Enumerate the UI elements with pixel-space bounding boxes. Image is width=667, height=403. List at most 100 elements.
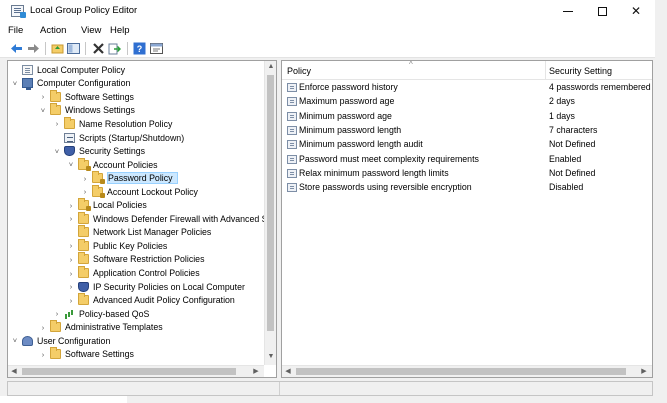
tree-node[interactable]: ˅ Account Policies [67,157,158,172]
tree-node[interactable]: › Public Key Policies [67,238,167,253]
policy-setting-icon [287,168,297,178]
maximize-button[interactable] [585,0,619,22]
tree-node-label: Name Resolution Policy [79,118,173,129]
scroll-right-icon[interactable]: ▶ [250,366,262,377]
tree-node[interactable]: › Advanced Audit Policy Configuration [67,293,235,307]
status-bar [7,381,653,396]
tree-hscroll-thumb[interactable] [22,368,236,375]
tree-node[interactable]: › Local Policies [67,198,147,213]
tree-node[interactable]: › Software Settings [39,89,134,104]
status-segment [8,382,280,395]
folder-icon [64,116,75,129]
tree-scroll-thumb[interactable] [267,75,274,331]
properties-icon[interactable] [150,42,163,55]
list-item[interactable]: Minimum password length 7 characters [282,124,652,138]
list-header: Policy ^ Security Setting [282,60,652,80]
list-item[interactable]: Maximum password age 2 days [282,95,652,109]
list-item[interactable]: Enforce password history 4 passwords reme… [282,81,652,95]
scroll-right-icon[interactable]: ▶ [638,366,650,377]
delete-icon[interactable] [92,42,105,55]
scroll-up-icon[interactable]: ▲ [265,63,276,70]
export-list-icon[interactable] [108,42,121,55]
chevron-right-icon[interactable]: › [53,119,61,128]
tree-node[interactable]: › Password Policy [81,171,178,185]
tree-node[interactable]: ˅ Security Settings [53,144,145,158]
shield-icon [64,146,75,157]
chevron-right-icon[interactable]: › [67,214,75,223]
scroll-left-icon[interactable]: ◀ [282,366,294,377]
list-hscroll-thumb[interactable] [296,368,626,375]
chevron-right-icon[interactable]: › [39,92,47,101]
scroll-down-icon[interactable]: ▼ [265,353,276,360]
chevron-down-icon[interactable]: ˅ [39,106,47,115]
tree-node[interactable]: › Software Restriction Policies [67,252,204,267]
list-horizontal-scrollbar[interactable]: ◀ ▶ [282,365,652,377]
security-setting-value: 1 days [549,110,575,121]
tree-node-label: Windows Defender Firewall with Advanced … [93,213,273,224]
tree-node[interactable]: ˅ Windows Settings [39,103,135,118]
list-item[interactable]: Minimum password age 1 days [282,110,652,124]
chevron-right-icon[interactable]: › [67,241,75,250]
menu-help[interactable]: Help [110,25,130,36]
tree-node-label: Network List Manager Policies [93,227,212,238]
chevron-down-icon[interactable]: ˅ [11,336,19,345]
chevron-right-icon[interactable]: › [39,323,47,332]
chevron-right-icon[interactable]: › [67,296,75,305]
tree-node[interactable]: › Policy-based QoS [53,307,149,321]
forward-arrow-icon[interactable] [27,42,40,55]
tree-node[interactable]: Network List Manager Policies [67,225,212,240]
chevron-right-icon[interactable]: › [67,255,75,264]
menu-bar: File Action View Help [0,22,655,39]
tree-node[interactable]: › Administrative Templates [39,320,163,334]
tree-node-label: Advanced Audit Policy Configuration [93,295,235,306]
show-hide-tree-icon[interactable] [67,42,80,55]
chevron-right-icon[interactable]: › [67,201,75,210]
menu-action[interactable]: Action [40,25,66,36]
security-setting-value: Not Defined [549,139,596,150]
tree-node[interactable]: › IP Security Policies on Local Computer [67,280,245,294]
list-item[interactable]: Minimum password length audit Not Defined [282,138,652,152]
help-icon[interactable]: ? [133,42,146,55]
policy-name: Minimum password length audit [299,139,423,150]
close-button[interactable]: ✕ [619,0,653,22]
chevron-right-icon[interactable]: › [67,269,75,278]
tree-node[interactable]: ˅ Computer Configuration [11,77,130,91]
scroll-left-icon[interactable]: ◀ [8,366,20,377]
menu-view[interactable]: View [81,25,101,36]
details-panel[interactable]: Policy ^ Security Setting Enforce passwo… [281,60,653,378]
up-folder-icon[interactable] [51,42,64,55]
tree-node[interactable]: Scripts (Startup/Shutdown) [53,131,184,145]
chevron-right-icon[interactable]: › [81,187,89,196]
tree-node[interactable]: ˅ User Configuration [11,334,110,348]
chevron-right-icon[interactable]: › [67,282,75,291]
chevron-down-icon[interactable]: ˅ [11,79,19,88]
policy-setting-icon [287,83,297,92]
column-header-security-setting[interactable]: Security Setting [549,66,612,76]
console-tree-panel[interactable]: Local Computer Policy ˅ Computer Configura… [7,60,277,378]
security-setting-value: Disabled [549,182,584,193]
list-item[interactable]: Relax minimum password length limits Not … [282,167,652,181]
tree-node[interactable]: › Application Control Policies [67,266,200,280]
tree-horizontal-scrollbar[interactable]: ◀ ▶ [8,365,264,377]
tree-node[interactable]: › Account Lockout Policy [81,184,198,199]
tree-node[interactable]: › Software Settings [39,347,134,362]
column-header-policy[interactable]: Policy [287,66,311,76]
chevron-down-icon[interactable]: ˅ [53,147,61,156]
back-arrow-icon[interactable] [10,42,23,55]
chevron-right-icon[interactable]: › [81,174,89,183]
tree-node[interactable]: › Name Resolution Policy [53,116,173,131]
tree-node[interactable]: › Windows Defender Firewall with Advanced… [67,211,273,226]
list-item[interactable]: Store passwords using reversible encrypt… [282,181,652,195]
chevron-right-icon[interactable]: › [39,350,47,359]
column-divider[interactable] [545,61,546,80]
tree-node[interactable]: Local Computer Policy [11,63,125,77]
chevron-down-icon[interactable]: ˅ [67,160,75,169]
minimize-button[interactable] [551,0,585,22]
menu-file[interactable]: File [8,25,23,36]
sort-ascending-icon: ^ [409,60,413,69]
list-item[interactable]: Password must meet complexity requiremen… [282,153,652,167]
tree-vertical-scrollbar[interactable]: ▲ ▼ [264,61,276,365]
tree-node-label: Software Settings [65,91,134,102]
chevron-right-icon[interactable]: › [53,309,61,318]
folder-icon [78,252,89,265]
